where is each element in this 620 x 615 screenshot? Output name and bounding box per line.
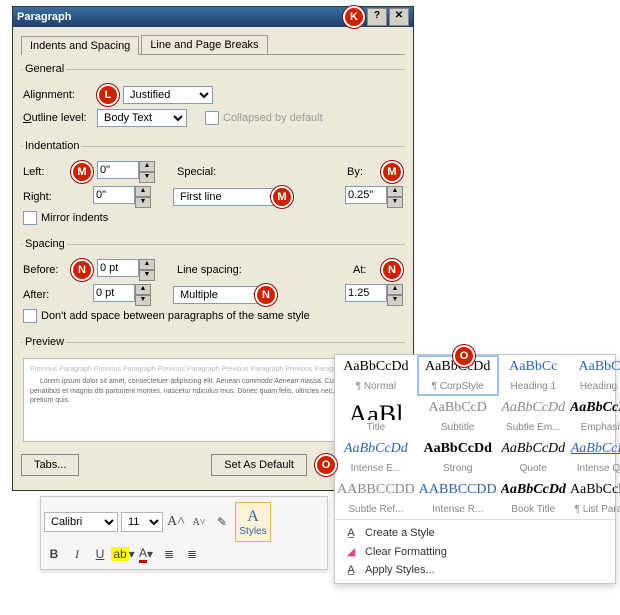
- tab-line-page-breaks[interactable]: Line and Page Breaks: [141, 35, 267, 54]
- linespacing-label: Line spacing:: [177, 264, 257, 276]
- right-label: Right:: [23, 191, 67, 203]
- size-select[interactable]: 11: [121, 512, 163, 532]
- marker-m1: M: [71, 161, 93, 183]
- underline-button[interactable]: U: [90, 544, 110, 564]
- styles-button[interactable]: A Styles: [235, 502, 271, 542]
- at-spinner[interactable]: ▲▼: [345, 284, 403, 306]
- marker-o1: O: [315, 454, 337, 476]
- before-spinner[interactable]: ▲▼: [97, 259, 155, 281]
- style-tile-2[interactable]: AaBbCcHeading 1: [499, 355, 568, 396]
- style-tile-15[interactable]: AaBbCcDd¶ List Para...: [568, 478, 620, 519]
- style-tile-7[interactable]: AaBbCcDdEmphasis: [568, 396, 620, 437]
- set-default-button[interactable]: Set As Default: [211, 454, 307, 476]
- marker-n2: N: [255, 284, 277, 306]
- style-tile-8[interactable]: AaBbCcDdIntense E...: [335, 437, 417, 478]
- create-style-menuitem[interactable]: A̲Create a Style: [335, 524, 615, 542]
- nodouble-checkbox[interactable]: Don't add space between paragraphs of th…: [23, 309, 310, 323]
- format-painter-button[interactable]: ✎: [212, 512, 232, 532]
- after-label: After:: [23, 289, 67, 301]
- close-button[interactable]: ✕: [389, 8, 409, 26]
- left-spinner[interactable]: ▲▼: [97, 161, 155, 183]
- style-tile-12[interactable]: AABBCCDDSubtle Ref...: [335, 478, 417, 519]
- bold-button[interactable]: B: [44, 544, 64, 564]
- marker-o2: O: [453, 345, 475, 367]
- left-label: Left:: [23, 166, 67, 178]
- style-tile-0[interactable]: AaBbCcDd¶ Normal: [335, 355, 417, 396]
- apply-styles-menuitem[interactable]: A̲Apply Styles...: [335, 561, 615, 579]
- alignment-label: Alignment:: [23, 89, 93, 101]
- numbering-button[interactable]: ≣: [182, 544, 202, 564]
- style-tile-5[interactable]: AaBbCcDSubtitle: [417, 396, 499, 437]
- legend-spacing: Spacing: [23, 238, 67, 250]
- style-tile-10[interactable]: AaBbCcDdQuote: [499, 437, 568, 478]
- marker-m2: M: [271, 186, 293, 208]
- marker-l: L: [97, 84, 119, 106]
- style-tile-9[interactable]: AaBbCcDdStrong: [417, 437, 499, 478]
- legend-indentation: Indentation: [23, 140, 81, 152]
- clear-formatting-menuitem[interactable]: ◢Clear Formatting: [335, 542, 615, 561]
- marker-k: K: [343, 6, 365, 28]
- italic-button[interactable]: I: [67, 544, 87, 564]
- legend-preview: Preview: [23, 336, 66, 348]
- before-label: Before:: [23, 264, 67, 276]
- outline-select[interactable]: Body Text: [97, 109, 187, 127]
- highlight-button[interactable]: ab▾: [113, 544, 133, 564]
- font-select[interactable]: Calibri: [44, 512, 118, 532]
- legend-general: General: [23, 63, 66, 75]
- group-general: General Alignment: L Justified Outline l…: [21, 63, 405, 132]
- up-icon[interactable]: ▲: [139, 161, 155, 172]
- styles-icon: A: [247, 508, 259, 526]
- eraser-icon: ◢: [343, 545, 359, 558]
- titlebar[interactable]: Paragraph K ? ✕: [13, 7, 413, 27]
- tabs-button[interactable]: Tabs...: [21, 454, 79, 476]
- marker-n1: N: [71, 259, 93, 281]
- special-label: Special:: [177, 166, 237, 178]
- apply-styles-icon: A̲: [343, 564, 359, 576]
- marker-m3: M: [381, 161, 403, 183]
- style-tile-14[interactable]: AaBbCcDdBook Title: [499, 478, 568, 519]
- bullets-button[interactable]: ≣: [159, 544, 179, 564]
- at-label: At:: [353, 264, 377, 276]
- by-spinner[interactable]: ▲▼: [345, 186, 403, 208]
- tab-indents-spacing[interactable]: Indents and Spacing: [21, 36, 139, 55]
- shrink-font-button[interactable]: A˅: [189, 512, 209, 532]
- by-label: By:: [347, 166, 377, 178]
- down-icon[interactable]: ▼: [139, 172, 155, 183]
- linespacing-select[interactable]: Multiple: [173, 286, 267, 304]
- font-color-button[interactable]: A▾: [136, 544, 156, 564]
- style-tile-13[interactable]: AABBCCDDIntense R...: [417, 478, 499, 519]
- group-spacing: Spacing Before: N ▲▼ Line spacing: At: N…: [21, 238, 405, 328]
- styles-gallery: O AaBbCcDd¶ NormalAaBbCcDd¶ CorpStyleAaB…: [334, 354, 616, 584]
- style-tile-6[interactable]: AaBbCcDdSubtle Em...: [499, 396, 568, 437]
- help-button[interactable]: ?: [367, 8, 387, 26]
- marker-n3: N: [381, 259, 403, 281]
- style-tile-11[interactable]: AaBbCcDdIntense Q...: [568, 437, 620, 478]
- alignment-select[interactable]: Justified: [123, 86, 213, 104]
- create-style-icon: A̲: [343, 527, 359, 539]
- after-spinner[interactable]: ▲▼: [93, 284, 151, 306]
- collapsed-checkbox: Collapsed by default: [205, 111, 323, 125]
- style-tile-3[interactable]: AaBbCcHeading 2: [568, 355, 620, 396]
- right-spinner[interactable]: ▲▼: [93, 186, 151, 208]
- tabstrip: Indents and Spacing Line and Page Breaks: [21, 35, 405, 55]
- mini-toolbar: Calibri 11 A˄ A˅ ✎ A Styles B I U ab▾ A▾…: [40, 496, 328, 570]
- outline-label: Outline level:: [23, 112, 93, 124]
- style-tile-4[interactable]: AaBlTitle: [335, 396, 417, 437]
- mirror-checkbox[interactable]: Mirror indents: [23, 211, 108, 225]
- dialog-title: Paragraph: [17, 7, 343, 27]
- grow-font-button[interactable]: A˄: [166, 512, 186, 532]
- group-indentation: Indentation Left: M ▲▼ Special: By: M Ri…: [21, 140, 405, 230]
- special-select[interactable]: First line: [173, 188, 283, 206]
